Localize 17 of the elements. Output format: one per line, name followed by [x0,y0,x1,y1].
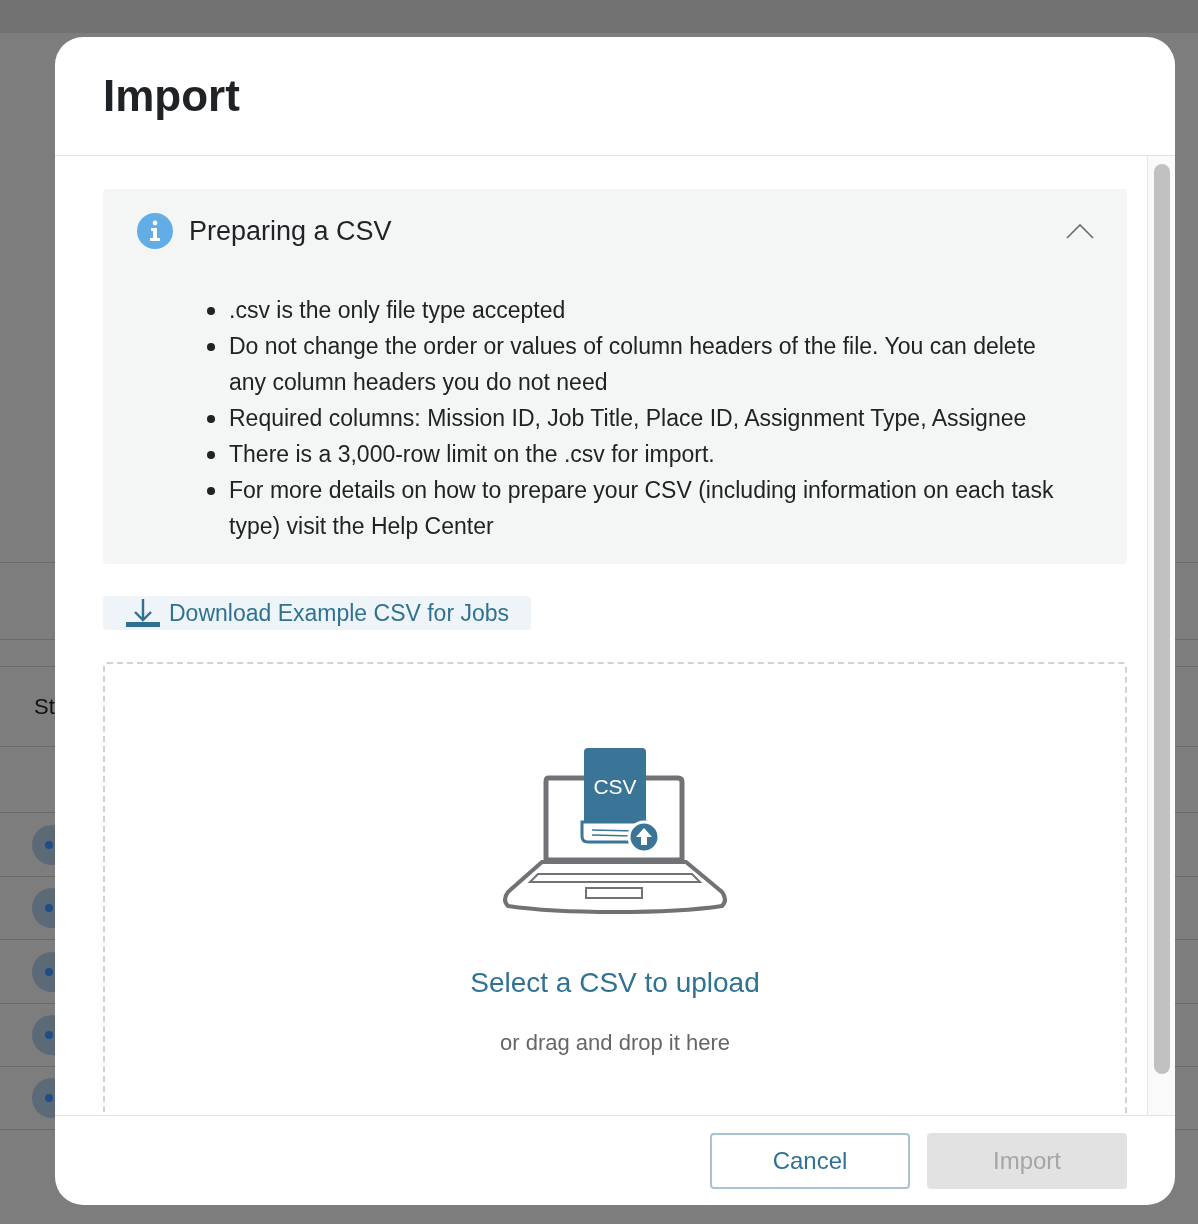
info-bullet-text: For more details on how to prepare your CSV (including information on each task type) visit the Help Center [229,475,1055,541]
chevron-up-icon [1066,223,1094,240]
column-header: St [34,693,55,721]
info-title: Preparing a CSV [189,215,392,248]
csv-label: CSV [593,775,637,798]
dialog-title: Import [103,70,240,122]
info-bullet-text: There is a 3,000-row limit on the .csv for import. [229,439,715,469]
info-bullet-text: Required columns: Mission ID, Job Title, Place ID, Assignment Type, Assignee [229,403,1027,433]
info-icon [137,213,173,250]
info-bullet-text: Do not change the order or values of column headers of the file. You can delete any column headers you do not need [229,331,1037,397]
info-bullet-text: .csv is the only file type accepted [229,295,566,325]
drag-drop-hint: or drag and drop it here [500,1029,730,1057]
cancel-button[interactable]: Cancel [710,1132,910,1189]
download-icon [125,597,161,628]
scrollbar-thumb[interactable] [1153,164,1170,1074]
select-csv-link[interactable]: Select a CSV to upload [470,962,760,1004]
download-example-button[interactable]: Download Example CSV for Jobs [103,595,532,630]
